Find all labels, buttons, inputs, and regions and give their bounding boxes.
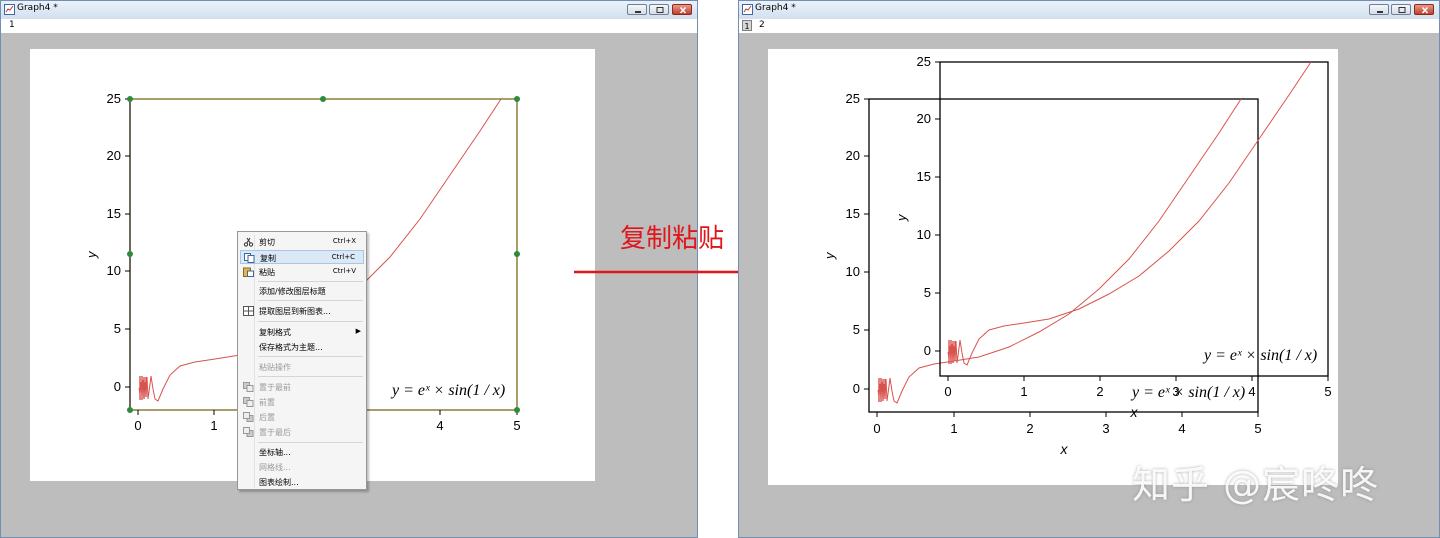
l2-y-tick-0: 0 [924,343,931,358]
l1-x-tick-3: 3 [1102,421,1109,436]
menu-item-plot-setup[interactable]: 图表绘制... [240,475,364,489]
graph-window-icon [4,4,15,15]
right-plot-svg[interactable]: 25 20 15 10 5 0 y 0 1 2 3 4 5 x y = eˣ ×… [768,49,1338,485]
right-layer-strip: 1 2 [739,19,1439,33]
layer2-frame [939,61,1329,377]
layer2-curve [947,61,1312,366]
l1-x-tick-1: 1 [950,421,957,436]
right-title-bar[interactable]: Graph4 * [739,1,1439,20]
l2-x-tick-3: 3 [1172,384,1179,399]
context-menu[interactable]: 剪切 Ctrl+X 复制 Ctrl+C 粘贴 Ctrl+V 添加/修改图层标题 提取图… [237,231,367,490]
l1-y-tick-25: 25 [846,91,860,106]
minimize-button[interactable] [627,4,647,15]
l1-y-tick-5: 5 [853,322,860,337]
l1-y-tick-15: 15 [846,206,860,221]
menu-item-copy[interactable]: 复制 Ctrl+C [240,250,364,264]
layer-tab-1[interactable]: 1 [9,20,15,30]
x-tick-4: 4 [436,418,443,433]
close-button[interactable] [1414,4,1434,15]
y-tick-5: 5 [114,321,121,336]
menu-item-gridlines: 网格线... [259,463,291,472]
left-window-title: Graph4 * [17,3,58,13]
y-tick-25: 25 [107,91,121,106]
y-tick-15: 15 [107,206,121,221]
right-window-title: Graph4 * [755,3,796,13]
grid-icon [243,306,254,316]
x-tick-1: 1 [210,418,217,433]
l2-x-title: x [1130,404,1139,420]
menu-item-extract-layer[interactable]: 提取图层到新图表... [240,304,364,318]
l2-x-tick-4: 4 [1248,384,1255,399]
layer1-curve [877,98,1242,404]
layer1-frame [868,98,1259,413]
x-tick-5: 5 [513,418,520,433]
layer2[interactable]: 25 20 15 10 5 0 y 0 1 2 3 4 5 x y = eˣ ×… [894,54,1332,420]
graph-window-icon [742,4,753,15]
l2-y-tick-5: 5 [924,285,931,300]
menu-item-paste[interactable]: 粘贴 Ctrl+V [240,265,364,279]
left-title-bar[interactable]: Graph4 * [1,1,697,20]
y-tick-10: 10 [107,263,121,278]
menu-item-copy-format[interactable]: 复制格式 ▶ [240,325,364,339]
menu-item-bring-forward: 前置 [240,395,364,409]
submenu-arrow-icon: ▶ [355,327,361,335]
l2-y-tick-15: 15 [917,169,931,184]
l2-x-tick-0: 0 [944,384,951,399]
l1-x-tick-4: 4 [1178,421,1185,436]
copy-icon [244,253,255,263]
scissors-icon [243,237,254,247]
menu-item-paste-operation: 粘贴操作 [259,363,291,372]
left-layer-strip: 1 [1,19,697,33]
send-back-icon [243,427,254,437]
copy-paste-annotation: 复制粘贴 [620,224,725,254]
layer-tab-2[interactable]: 2 [759,20,765,30]
l1-x-tick-5: 5 [1254,421,1261,436]
l2-x-tick-5: 5 [1324,384,1331,399]
layer-tab-1[interactable]: 1 [742,20,752,31]
l2-equation: y = eˣ × sin(1 / x) [1202,347,1317,364]
menu-item-axes[interactable]: 坐标轴... [240,445,364,459]
l1-x-title: x [1060,441,1069,457]
l2-y-tick-10: 10 [917,227,931,242]
l2-y-tick-25: 25 [917,54,931,69]
y-axis-title: y [84,250,99,259]
l1-y-tick-10: 10 [846,264,860,279]
left-y-axis[interactable]: 25 20 15 10 5 0 y [84,91,131,410]
menu-item-bring-to-front: 置于最前 [240,380,364,394]
minimize-button[interactable] [1369,4,1389,15]
menu-item-layer-title[interactable]: 添加/修改图层标题 [240,284,364,298]
send-backward-icon [243,412,254,422]
y-tick-20: 20 [107,148,121,163]
menu-item-cut[interactable]: 剪切 Ctrl+X [240,235,364,249]
l2-y-tick-20: 20 [917,111,931,126]
l1-x-tick-2: 2 [1026,421,1033,436]
x-tick-0: 0 [134,418,141,433]
equation-label[interactable]: y = eˣ × sin(1 / x) [390,382,505,399]
l1-y-tick-20: 20 [846,148,860,163]
l2-y-title: y [894,213,909,222]
watermark: 知乎 @宸咚咚 [1132,463,1380,507]
y-tick-0: 0 [114,379,121,394]
menu-item-save-theme[interactable]: 保存格式为主题... [240,340,364,354]
l2-x-tick-2: 2 [1096,384,1103,399]
right-graph-page[interactable]: 25 20 15 10 5 0 y 0 1 2 3 4 5 x y = eˣ ×… [768,49,1338,485]
paste-icon [243,267,254,277]
restore-button[interactable] [1391,4,1411,15]
bring-front-icon [243,382,254,392]
restore-button[interactable] [649,4,669,15]
l1-x-tick-0: 0 [873,421,880,436]
l2-x-tick-1: 1 [1020,384,1027,399]
l1-equation: y = eˣ × sin(1 / x) [1130,384,1245,401]
bring-forward-icon [243,397,254,407]
menu-item-send-to-back: 置于最后 [240,425,364,439]
l1-y-title: y [822,251,837,260]
menu-item-send-backward: 后置 [240,410,364,424]
layer1[interactable]: 25 20 15 10 5 0 y 0 1 2 3 4 5 x y = eˣ ×… [822,91,1262,457]
close-button[interactable] [672,4,692,15]
l1-y-tick-0: 0 [853,381,860,396]
